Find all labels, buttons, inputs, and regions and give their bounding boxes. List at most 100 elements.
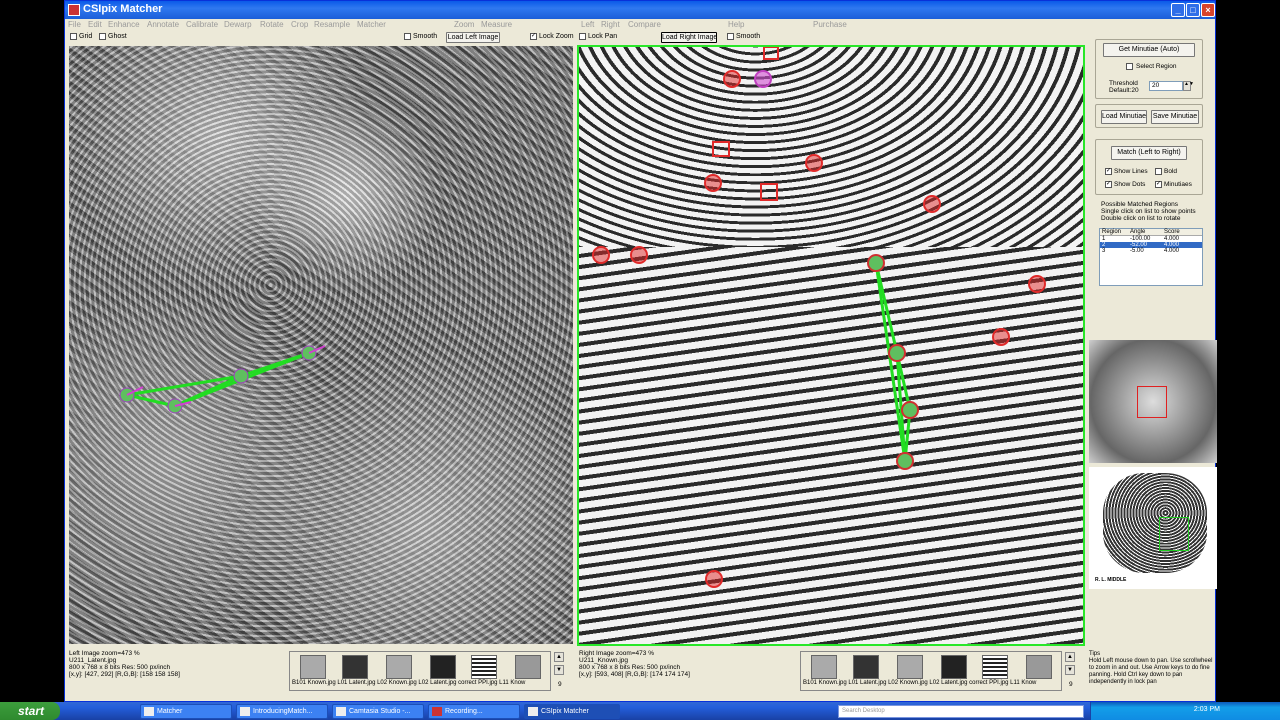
- smooth-right-checkbox[interactable]: Smooth: [727, 33, 760, 40]
- folder-icon: [144, 707, 154, 716]
- app-window: CSIpix Matcher _ □ × File Edit Enhance A…: [64, 0, 1217, 702]
- tips-body: Hold Left mouse down to pan. Use scrollw…: [1089, 658, 1213, 685]
- known-thumbnail[interactable]: R. L. MIDDLE: [1089, 467, 1217, 589]
- threshold-label: Threshold: [1109, 80, 1138, 87]
- regions-title: Possible Matched Regions: [1101, 201, 1178, 208]
- select-region-checkbox[interactable]: Select Region: [1126, 63, 1176, 70]
- left-strip-count: 9: [558, 681, 562, 688]
- right-image-pane[interactable]: [577, 45, 1085, 646]
- clock: 2:03 PM: [1193, 706, 1220, 713]
- task-camtasia[interactable]: Camtasia Studio -...: [332, 704, 424, 719]
- menu-file[interactable]: File: [68, 20, 81, 29]
- left-strip-caption: B101 Known.jpg L01 Latent.jpg L02 Known.…: [292, 680, 526, 686]
- menu-crop[interactable]: Crop: [291, 20, 308, 29]
- minutia-point: [712, 141, 730, 157]
- menu-compare[interactable]: Compare: [628, 20, 661, 29]
- left-strip-scroll-up-icon[interactable]: ▲: [554, 652, 564, 662]
- minutiaes-checkbox[interactable]: ✓ Minutiaes: [1155, 181, 1192, 188]
- minutia-point: [754, 70, 772, 88]
- task-matcher[interactable]: Matcher: [140, 704, 232, 719]
- left-image-pane[interactable]: [69, 46, 573, 644]
- left-thumbnail-strip[interactable]: B101 Known.jpg L01 Latent.jpg L02 Known.…: [289, 651, 551, 691]
- right-minutiae-overlay: [592, 47, 1046, 588]
- minutia-point: [888, 344, 906, 362]
- right-strip-scroll-up-icon[interactable]: ▲: [1065, 652, 1075, 662]
- start-button[interactable]: start: [0, 702, 60, 720]
- region-indicator: [1159, 517, 1189, 551]
- menu-calibrate[interactable]: Calibrate: [186, 20, 218, 29]
- thumbnail-caption: R. L. MIDDLE: [1095, 577, 1127, 583]
- window-icon: [240, 707, 250, 716]
- menu-purchase[interactable]: Purchase: [813, 20, 847, 29]
- right-thumbnail-strip[interactable]: B101 Known.jpg L01 Latent.jpg L02 Known.…: [800, 651, 1062, 691]
- minutia-point: [760, 183, 778, 201]
- threshold-spinner[interactable]: ▲▼: [1183, 81, 1194, 91]
- column-region[interactable]: Region: [1100, 229, 1130, 235]
- close-icon[interactable]: ×: [1201, 3, 1215, 17]
- minimize-icon[interactable]: _: [1171, 3, 1185, 17]
- minutia-point: [896, 452, 914, 470]
- menu-annotate[interactable]: Annotate: [147, 20, 179, 29]
- ghost-checkbox[interactable]: Ghost: [99, 33, 127, 40]
- smooth-left-checkbox[interactable]: Smooth: [404, 33, 437, 40]
- regions-list[interactable]: Region Angle Score 1 -100.00 4.000 2 -52.00…: [1099, 228, 1203, 286]
- minutia-point: [233, 368, 249, 384]
- record-icon: [432, 707, 442, 716]
- match-button[interactable]: Match (Left to Right): [1111, 146, 1187, 160]
- menu-edit[interactable]: Edit: [88, 20, 102, 29]
- menu-bar: File Edit Enhance Annotate Calibrate Dew…: [65, 19, 1215, 31]
- regions-hint-1: Single click on list to show points: [1101, 208, 1196, 215]
- left-image-info: Left Image zoom=473 % U211_Latent.jpg 80…: [69, 650, 180, 678]
- threshold-default-label: Default:20: [1109, 87, 1139, 94]
- bold-checkbox[interactable]: Bold: [1155, 168, 1177, 175]
- threshold-input[interactable]: 20: [1149, 81, 1183, 91]
- menu-right[interactable]: Right: [601, 20, 620, 29]
- menu-zoom[interactable]: Zoom: [454, 20, 474, 29]
- load-left-image-button[interactable]: Load Left Image: [446, 32, 500, 43]
- show-lines-checkbox[interactable]: ✓ Show Lines: [1105, 168, 1148, 175]
- lock-zoom-checkbox[interactable]: ✓ Lock Zoom: [530, 33, 574, 40]
- task-csipix-matcher[interactable]: CSIpix Matcher: [524, 704, 620, 719]
- show-dots-checkbox[interactable]: ✓ Show Dots: [1105, 181, 1145, 188]
- load-minutiae-button[interactable]: Load Minutiae: [1101, 110, 1147, 124]
- menu-measure[interactable]: Measure: [481, 20, 512, 29]
- menu-matcher[interactable]: Matcher: [357, 20, 386, 29]
- right-strip-scroll-down-icon[interactable]: ▼: [1065, 665, 1075, 675]
- column-angle[interactable]: Angle: [1130, 229, 1164, 235]
- minutia-point: [763, 47, 779, 60]
- load-right-image-button[interactable]: Load Right Image: [661, 32, 717, 43]
- right-strip-caption: B101 Known.jpg L01 Latent.jpg L02 Known.…: [803, 680, 1037, 686]
- window-title: CSIpix Matcher: [83, 3, 163, 15]
- menu-dewarp[interactable]: Dewarp: [224, 20, 252, 29]
- menu-rotate[interactable]: Rotate: [260, 20, 284, 29]
- regions-list-header: Region Angle Score: [1100, 229, 1202, 236]
- menu-left[interactable]: Left: [581, 20, 594, 29]
- tips-panel: Tips Hold Left mouse down to pan. Use sc…: [1089, 651, 1215, 695]
- save-minutiae-button[interactable]: Save Minutiae: [1151, 110, 1199, 124]
- left-minutiae-overlay: [119, 345, 326, 414]
- camtasia-icon: [336, 707, 346, 716]
- menu-resample[interactable]: Resample: [314, 20, 350, 29]
- grid-checkbox[interactable]: Grid: [70, 33, 92, 40]
- tips-title: Tips: [1089, 651, 1101, 657]
- menu-help[interactable]: Help: [728, 20, 744, 29]
- system-tray: 2:03 PM: [1090, 702, 1280, 720]
- get-minutiae-button[interactable]: Get Minutiae (Auto): [1103, 43, 1195, 57]
- title-bar: CSIpix Matcher _ □ ×: [65, 1, 1215, 19]
- latent-thumbnail[interactable]: [1089, 340, 1217, 463]
- right-strip-count: 9: [1069, 681, 1073, 688]
- task-recording[interactable]: Recording...: [428, 704, 520, 719]
- task-introducing[interactable]: IntroducingMatch...: [236, 704, 328, 719]
- region-indicator: [1137, 386, 1167, 418]
- list-item[interactable]: 3 -5.00 4.000: [1100, 248, 1202, 254]
- left-strip-scroll-down-icon[interactable]: ▼: [554, 665, 564, 675]
- app-icon: [528, 707, 538, 716]
- desktop-search-input[interactable]: Search Desktop: [838, 705, 1084, 718]
- minutia-point: [901, 401, 919, 419]
- right-image-info: Right Image zoom=473 % U211_Known.jpg 80…: [579, 650, 690, 678]
- menu-enhance[interactable]: Enhance: [108, 20, 140, 29]
- lock-pan-checkbox[interactable]: Lock Pan: [579, 33, 617, 40]
- app-icon: [68, 4, 80, 16]
- maximize-icon[interactable]: □: [1186, 3, 1200, 17]
- column-score[interactable]: Score: [1164, 229, 1200, 235]
